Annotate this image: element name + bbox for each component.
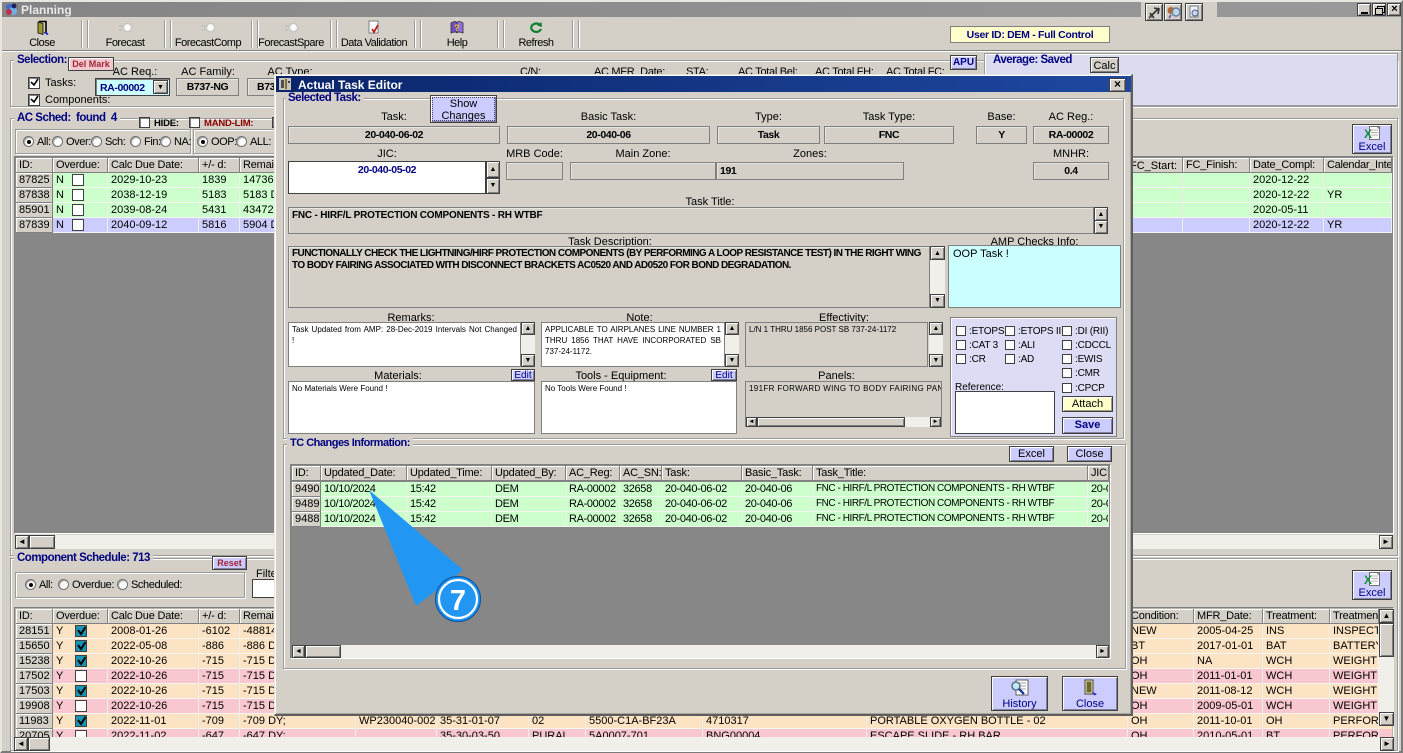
svg-text:?: ? — [454, 23, 460, 33]
svg-text:X: X — [1364, 573, 1372, 586]
svg-text:X: X — [1364, 127, 1372, 140]
svg-text:7: 7 — [450, 585, 466, 617]
